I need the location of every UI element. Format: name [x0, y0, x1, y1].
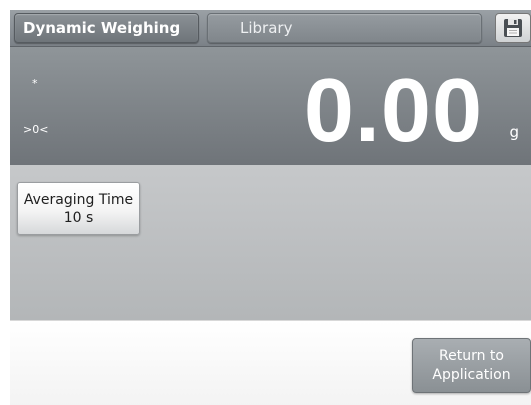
return-button-line2: Application	[432, 366, 511, 383]
library-tab[interactable]: Library	[207, 13, 482, 43]
averaging-time-button[interactable]: Averaging Time 10 s	[17, 182, 140, 235]
weight-unit[interactable]: g	[509, 123, 519, 141]
parameter-panel: Averaging Time 10 s	[10, 165, 531, 320]
mode-tab[interactable]: Dynamic Weighing	[14, 13, 199, 43]
library-tab-label: Library	[240, 19, 293, 37]
floppy-disk-icon	[504, 19, 522, 37]
return-to-application-button[interactable]: Return to Application	[412, 338, 531, 393]
weight-readout: 0.00	[303, 61, 483, 161]
return-button-line1: Return to	[439, 347, 504, 364]
save-button[interactable]	[495, 13, 531, 43]
averaging-time-label: Averaging Time	[23, 191, 134, 208]
balance-screen: Dynamic Weighing Library * >0< 0.00 g Av…	[0, 0, 531, 405]
mode-tab-label: Dynamic Weighing	[23, 19, 181, 37]
top-bar: Dynamic Weighing Library	[10, 10, 531, 47]
averaging-time-value: 10 s	[63, 209, 94, 226]
stable-indicator: *	[32, 77, 38, 90]
center-zero-indicator: >0<	[23, 123, 49, 136]
footer-area: Return to Application	[10, 320, 531, 405]
weight-display: * >0< 0.00 g	[10, 47, 531, 165]
